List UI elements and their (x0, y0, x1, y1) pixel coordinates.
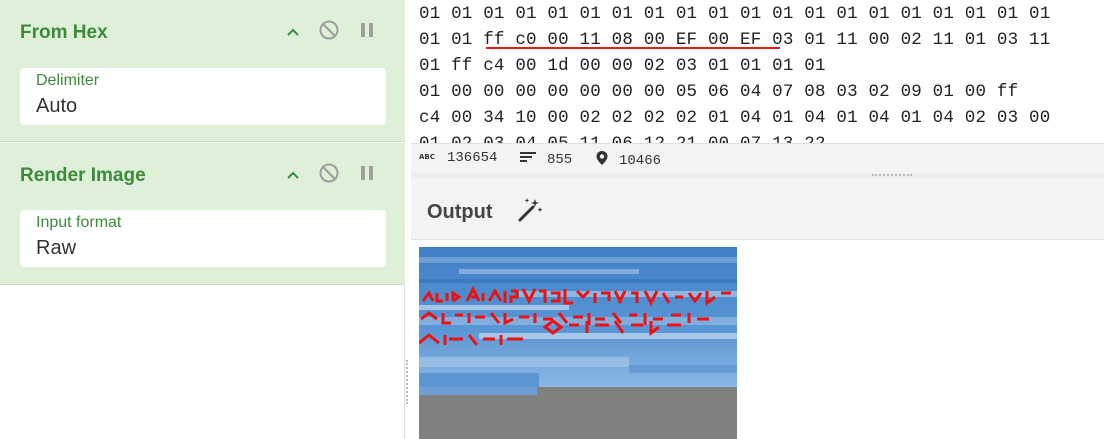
delimiter-field[interactable]: Delimiter Auto (20, 68, 386, 125)
operation-from-hex[interactable]: From Hex Delimiter Auto (0, 0, 405, 142)
recipe-panel: From Hex Delimiter Auto Render Image Inp… (0, 0, 405, 439)
chevron-up-icon[interactable] (282, 21, 304, 43)
input-line: 01 02 03 04 05 11 06 12 21 00 07 13 22 (419, 134, 826, 143)
output-title: Output (427, 201, 493, 223)
input-line: 01 01 01 01 01 01 01 01 01 01 01 01 01 0… (419, 4, 1051, 24)
field-label: Input format (36, 214, 122, 231)
length-value: 136654 (447, 150, 498, 166)
input-line: 01 ff c4 00 1d 00 00 02 03 01 01 01 01 (419, 56, 826, 76)
input-status-bar: ABC 136654 855 10466 (411, 143, 1104, 173)
field-value: Raw (36, 237, 77, 259)
output-area (411, 240, 1104, 439)
input-text-area[interactable]: 01 01 01 01 01 01 01 01 01 01 01 01 01 0… (411, 0, 1104, 143)
chevron-up-icon[interactable] (282, 164, 304, 186)
magic-wand-icon[interactable] (516, 196, 544, 224)
lines-stat: 855 (519, 150, 572, 169)
operation-render-image[interactable]: Render Image Input format Raw (0, 143, 405, 285)
resize-grip (872, 174, 912, 176)
output-header: Output (411, 178, 1104, 240)
position-value: 10466 (619, 152, 662, 169)
length-stat: ABC 136654 (419, 150, 497, 166)
app-root: From Hex Delimiter Auto Render Image Inp… (0, 0, 1104, 439)
rendered-image (419, 247, 737, 439)
operation-title: From Hex (20, 22, 108, 43)
abc-icon: ABC (419, 150, 437, 166)
pause-icon[interactable] (356, 162, 378, 184)
position-stat: 10466 (595, 150, 661, 171)
input-line: c4 00 34 10 00 02 02 02 02 01 04 01 04 0… (419, 108, 1051, 128)
highlight-underline (486, 47, 780, 49)
field-label: Delimiter (36, 72, 100, 89)
vertical-resize-handle[interactable] (406, 360, 409, 404)
lines-value: 855 (547, 151, 573, 168)
lines-icon (519, 150, 537, 169)
pause-icon[interactable] (356, 19, 378, 41)
disable-icon[interactable] (318, 19, 340, 41)
field-value: Auto (36, 95, 78, 117)
disable-icon[interactable] (318, 162, 340, 184)
input-line: 01 00 00 00 00 00 00 00 05 06 04 07 08 0… (419, 82, 1019, 102)
operation-title: Render Image (20, 165, 146, 186)
input-format-field[interactable]: Input format Raw (20, 210, 386, 267)
location-pin-icon (595, 150, 609, 171)
svg-text:ABC: ABC (419, 153, 435, 161)
